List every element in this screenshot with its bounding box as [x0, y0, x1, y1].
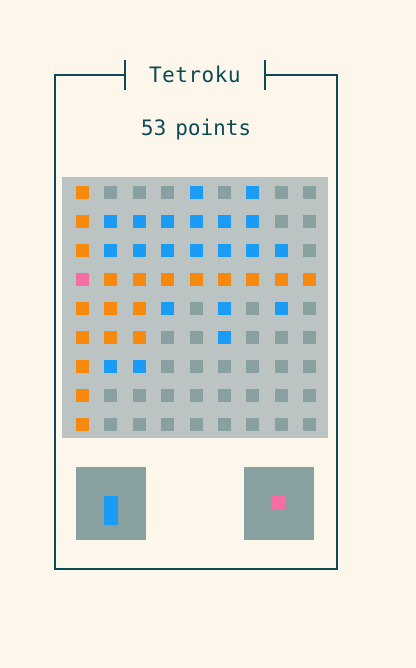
- board-cell-empty[interactable]: [104, 186, 117, 199]
- board-cell-blue[interactable]: [218, 244, 231, 257]
- board-cell-empty[interactable]: [161, 360, 174, 373]
- board-cell-blue[interactable]: [133, 244, 146, 257]
- blue-vertical-piece[interactable]: [104, 496, 118, 525]
- board-cell-empty[interactable]: [246, 389, 259, 402]
- score-display: 53 points: [56, 116, 336, 140]
- board-cell-empty[interactable]: [218, 418, 231, 431]
- title-box: Tetroku: [124, 60, 266, 90]
- board-cell-empty[interactable]: [303, 215, 316, 228]
- board-cell-blue[interactable]: [104, 360, 117, 373]
- board-cell-empty[interactable]: [275, 360, 288, 373]
- board-cell-empty[interactable]: [190, 360, 203, 373]
- board-cell-empty[interactable]: [218, 186, 231, 199]
- score-label: points: [175, 116, 252, 140]
- board-cell-blue[interactable]: [190, 244, 203, 257]
- board-cell-orange[interactable]: [190, 273, 203, 286]
- board-cell-orange[interactable]: [76, 215, 89, 228]
- board-cell-empty[interactable]: [190, 331, 203, 344]
- board-cell-empty[interactable]: [218, 360, 231, 373]
- board-cell-empty[interactable]: [133, 389, 146, 402]
- pink-single-piece[interactable]: [272, 496, 286, 510]
- board-cell-blue[interactable]: [246, 186, 259, 199]
- board-cell-empty[interactable]: [275, 186, 288, 199]
- board-cell-orange[interactable]: [303, 273, 316, 286]
- score-value: 53: [140, 116, 167, 140]
- next-piece-slot-left[interactable]: [76, 467, 146, 540]
- board-cell-orange[interactable]: [76, 244, 89, 257]
- board-cell-empty[interactable]: [161, 389, 174, 402]
- board-cell-blue[interactable]: [190, 186, 203, 199]
- board-cell-empty[interactable]: [104, 389, 117, 402]
- board-cell-empty[interactable]: [161, 186, 174, 199]
- board-cell-orange[interactable]: [76, 389, 89, 402]
- board-cell-empty[interactable]: [275, 215, 288, 228]
- board-cell-blue[interactable]: [161, 244, 174, 257]
- board-cell-empty[interactable]: [133, 186, 146, 199]
- board-cell-blue[interactable]: [133, 360, 146, 373]
- board-cell-empty[interactable]: [190, 302, 203, 315]
- board-cell-blue[interactable]: [190, 215, 203, 228]
- board-cell-orange[interactable]: [76, 302, 89, 315]
- board-cell-orange[interactable]: [104, 273, 117, 286]
- board-cell-empty[interactable]: [303, 244, 316, 257]
- board-cell-orange[interactable]: [104, 331, 117, 344]
- game-title: Tetroku: [148, 63, 241, 87]
- board-cell-blue[interactable]: [161, 302, 174, 315]
- board-cell-empty[interactable]: [303, 418, 316, 431]
- board-cell-empty[interactable]: [246, 360, 259, 373]
- board-cell-empty[interactable]: [303, 186, 316, 199]
- board-cell-blue[interactable]: [218, 302, 231, 315]
- board-cell-empty[interactable]: [161, 418, 174, 431]
- board-cell-blue[interactable]: [246, 244, 259, 257]
- board-cell-blue[interactable]: [161, 215, 174, 228]
- board-cell-orange[interactable]: [161, 273, 174, 286]
- board-cell-empty[interactable]: [190, 389, 203, 402]
- board-cell-orange[interactable]: [104, 302, 117, 315]
- board-cell-blue[interactable]: [275, 244, 288, 257]
- board-cell-empty[interactable]: [218, 389, 231, 402]
- board-cell-blue[interactable]: [104, 244, 117, 257]
- board-cell-blue[interactable]: [104, 215, 117, 228]
- board-cell-empty[interactable]: [303, 331, 316, 344]
- board-cell-orange[interactable]: [246, 273, 259, 286]
- game-board[interactable]: [62, 177, 328, 438]
- board-cell-empty[interactable]: [246, 331, 259, 344]
- board-cell-empty[interactable]: [303, 389, 316, 402]
- board-cell-empty[interactable]: [275, 331, 288, 344]
- board-cell-orange[interactable]: [76, 360, 89, 373]
- board-cell-empty[interactable]: [133, 418, 146, 431]
- board-cell-empty[interactable]: [275, 389, 288, 402]
- board-cell-blue[interactable]: [246, 215, 259, 228]
- board-cell-empty[interactable]: [275, 418, 288, 431]
- board-cell-blue[interactable]: [218, 215, 231, 228]
- board-cell-empty[interactable]: [161, 331, 174, 344]
- board-cell-empty[interactable]: [303, 360, 316, 373]
- board-cell-orange[interactable]: [218, 273, 231, 286]
- next-piece-slot-right[interactable]: [244, 467, 314, 540]
- board-cell-blue[interactable]: [275, 302, 288, 315]
- board-cell-orange[interactable]: [76, 186, 89, 199]
- board-cell-orange[interactable]: [275, 273, 288, 286]
- board-cell-orange[interactable]: [133, 331, 146, 344]
- board-cell-empty[interactable]: [190, 418, 203, 431]
- board-cell-pink[interactable]: [76, 273, 89, 286]
- board-cell-orange[interactable]: [133, 273, 146, 286]
- board-cell-empty[interactable]: [246, 302, 259, 315]
- board-cell-orange[interactable]: [133, 302, 146, 315]
- board-cell-empty[interactable]: [104, 418, 117, 431]
- board-cell-blue[interactable]: [218, 331, 231, 344]
- board-cell-empty[interactable]: [246, 418, 259, 431]
- board-cell-orange[interactable]: [76, 418, 89, 431]
- board-cell-empty[interactable]: [303, 302, 316, 315]
- board-cell-orange[interactable]: [76, 331, 89, 344]
- board-cell-blue[interactable]: [133, 215, 146, 228]
